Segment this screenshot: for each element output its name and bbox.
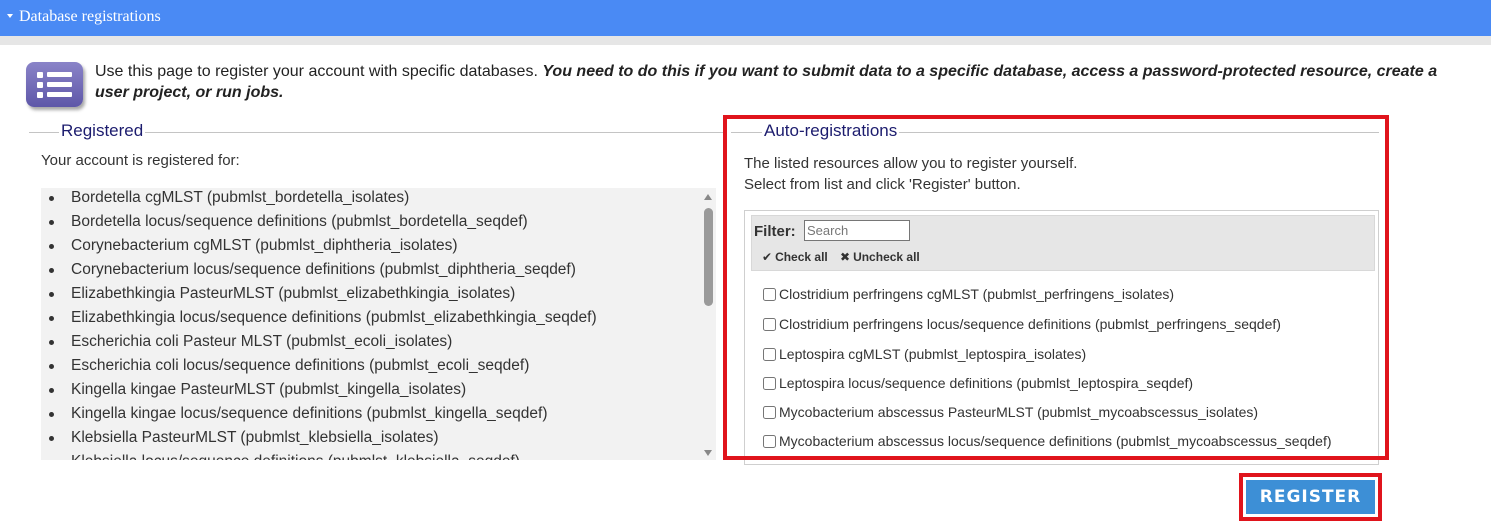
registered-item: Corynebacterium locus/sequence definitio… — [41, 260, 716, 284]
scroll-thumb[interactable] — [704, 208, 713, 306]
header-divider — [0, 36, 1491, 45]
registered-item: Bordetella locus/sequence definitions (p… — [41, 212, 716, 236]
registered-item: Klebsiella locus/sequence definitions (p… — [41, 452, 716, 460]
scroll-up-icon[interactable] — [704, 194, 712, 200]
registered-item: Escherichia coli Pasteur MLST (pubmlst_e… — [41, 332, 716, 356]
list-icon — [26, 62, 83, 107]
register-highlight: REGISTER — [1239, 473, 1382, 521]
registered-scrollbar[interactable] — [701, 188, 716, 460]
register-button[interactable]: REGISTER — [1246, 480, 1375, 514]
registered-item: Corynebacterium cgMLST (pubmlst_diphther… — [41, 236, 716, 260]
highlight-box — [723, 115, 1389, 460]
registered-item: Kingella kingae locus/sequence definitio… — [41, 404, 716, 428]
registered-item: Klebsiella PasteurMLST (pubmlst_klebsiel… — [41, 428, 716, 452]
registered-item: Escherichia coli locus/sequence definiti… — [41, 356, 716, 380]
section-title: Database registrations — [19, 8, 161, 25]
registered-item: Elizabethkingia PasteurMLST (pubmlst_eli… — [41, 284, 716, 308]
registered-list[interactable]: Bordetella cgMLST (pubmlst_bordetella_is… — [41, 188, 716, 460]
registered-label: Your account is registered for: — [41, 152, 240, 169]
scroll-down-icon[interactable] — [704, 450, 712, 456]
registered-legend: Registered — [59, 121, 146, 141]
registered-item: Bordetella cgMLST (pubmlst_bordetella_is… — [41, 188, 716, 212]
caret-down-icon[interactable] — [7, 14, 13, 18]
registered-item: Elizabethkingia locus/sequence definitio… — [41, 308, 716, 332]
intro-normal: Use this page to register your account w… — [95, 63, 543, 80]
intro-text: Use this page to register your account w… — [95, 61, 1465, 103]
registered-item: Kingella kingae PasteurMLST (pubmlst_kin… — [41, 380, 716, 404]
section-header[interactable]: Database registrations — [0, 0, 1491, 36]
